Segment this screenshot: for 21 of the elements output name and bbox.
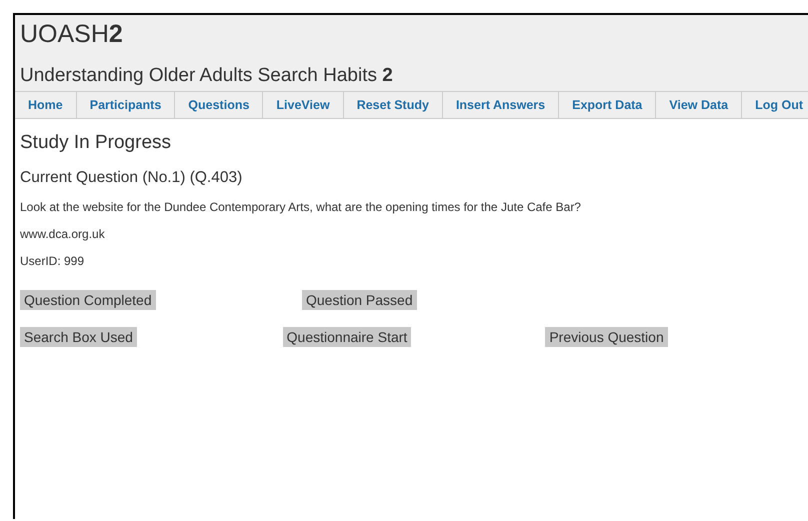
- user-id-text: UserID: 999: [20, 254, 86, 268]
- page-heading: Study In Progress: [20, 132, 172, 154]
- current-question-heading: Current Question (No.1) (Q.403): [20, 169, 244, 187]
- nav-link[interactable]: Questions: [175, 92, 264, 118]
- nav-link[interactable]: Export Data: [559, 92, 656, 118]
- action-button[interactable]: Previous Question: [545, 327, 668, 347]
- nav-link[interactable]: Insert Answers: [442, 92, 560, 118]
- site-subtitle: Understanding Older Adults Search Habits 2: [19, 65, 394, 88]
- site-logo: UOASH2: [19, 19, 124, 50]
- action-button[interactable]: Search Box Used: [20, 327, 137, 347]
- nav-link[interactable]: Log Out: [742, 92, 808, 118]
- action-button[interactable]: Questionnaire Start: [282, 327, 412, 347]
- nav-link[interactable]: LiveView: [263, 92, 344, 118]
- nav-link[interactable]: Home: [15, 92, 77, 118]
- question-text: Look at the website for the Dundee Contemporary Arts, what are the opening times for the Jute Cafe Bar?: [20, 200, 582, 214]
- nav-link[interactable]: View Data: [656, 92, 742, 118]
- nav-link[interactable]: Reset Study: [344, 92, 443, 118]
- action-button[interactable]: Question Completed: [20, 290, 156, 310]
- website-text: www.dca.org.uk: [20, 227, 106, 241]
- nav-link[interactable]: Participants: [76, 92, 176, 118]
- action-button[interactable]: Question Passed: [302, 290, 417, 310]
